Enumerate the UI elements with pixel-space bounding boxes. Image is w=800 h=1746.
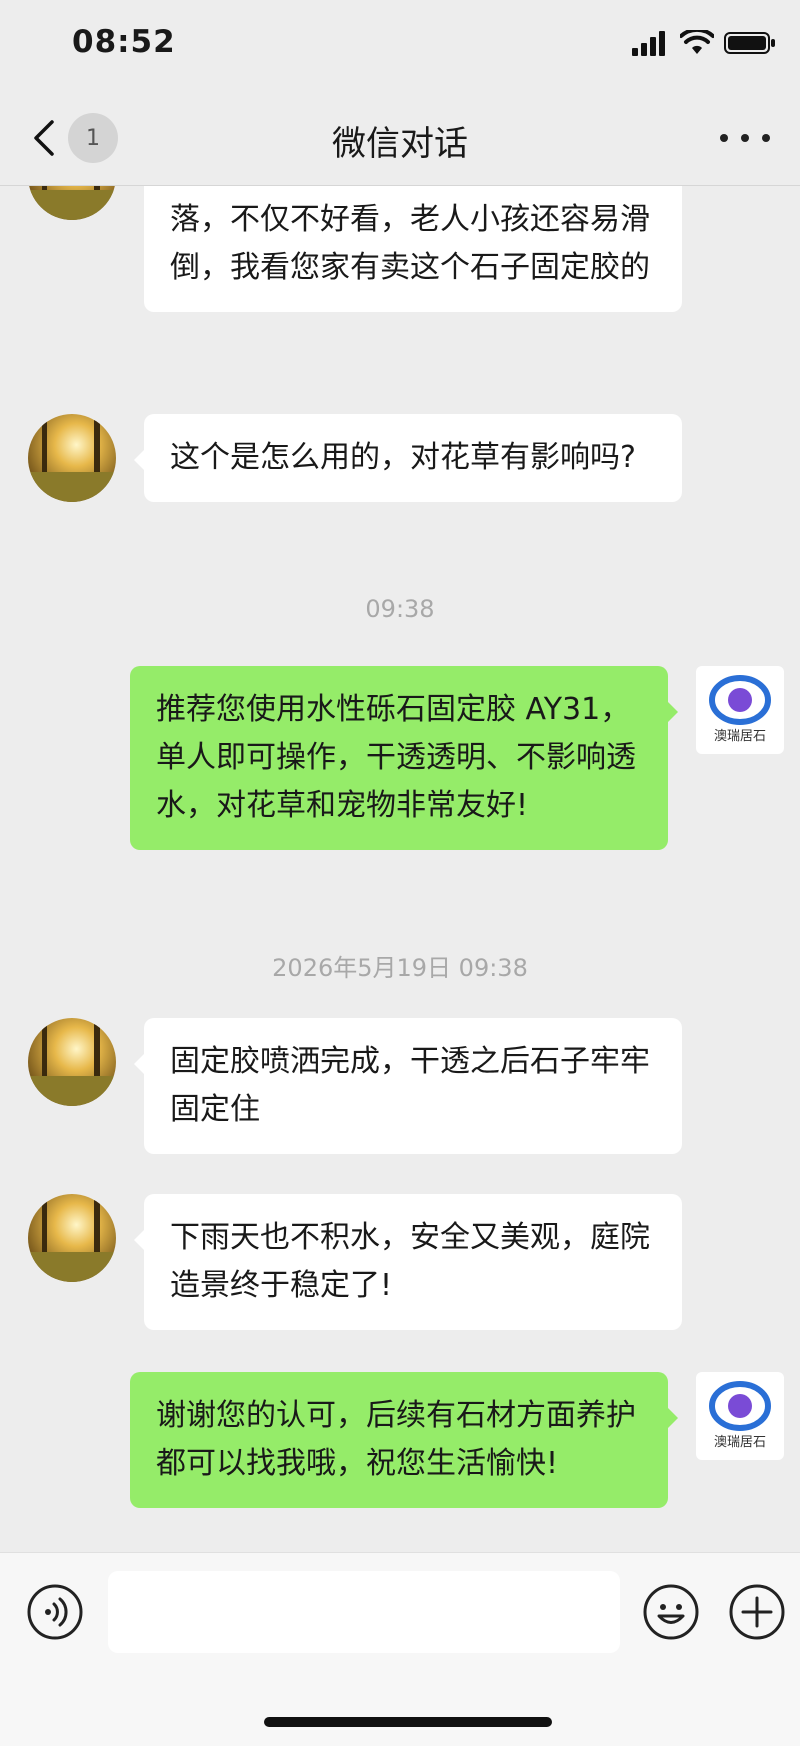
signal-icon xyxy=(632,31,665,56)
battery-icon xyxy=(724,32,775,54)
contact-avatar[interactable] xyxy=(28,1194,116,1282)
message-text: 谢谢您的认可，后续有石材方面养护都可以找我哦，祝您生活愉快! xyxy=(156,1398,636,1481)
nav-bar: 1 微信对话 xyxy=(0,90,800,186)
svg-text:澳瑞居石: 澳瑞居石 xyxy=(714,1434,766,1450)
svg-text:澳瑞居石: 澳瑞居石 xyxy=(714,728,766,744)
plus-icon[interactable] xyxy=(728,1583,786,1641)
brand-logo-icon: 澳瑞居石 xyxy=(709,1381,771,1450)
message-bubble[interactable]: 推荐您使用水性砾石固定胶 AY31，单人即可操作，干透透明、不影响透水，对花草和… xyxy=(130,666,678,850)
emoji-icon[interactable] xyxy=(642,1583,700,1641)
message-bubble[interactable]: 固定胶喷洒完成，干透之后石子牢牢固定住 xyxy=(134,1018,682,1154)
status-time: 08:52 xyxy=(72,24,176,60)
self-avatar[interactable]: 澳瑞居石 xyxy=(696,1372,784,1460)
message-text: 下雨天也不积水，安全又美观，庭院造景终于稳定了! xyxy=(170,1220,650,1303)
contact-avatar[interactable] xyxy=(28,1018,116,1106)
message-bubble[interactable]: 这个是怎么用的，对花草有影响吗? xyxy=(134,414,682,502)
message-text: 院子造景的小石子总被踩得移位、散落，不仅不好看，老人小孩还容易滑倒，我看您家有卖… xyxy=(170,186,650,285)
message-text: 推荐您使用水性砾石固定胶 AY31，单人即可操作，干透透明、不影响透水，对花草和… xyxy=(156,692,636,823)
input-bar xyxy=(0,1552,800,1746)
status-bar: 08:52 xyxy=(0,0,800,90)
message-input[interactable] xyxy=(108,1571,620,1653)
home-indicator xyxy=(264,1717,552,1727)
contact-avatar[interactable] xyxy=(28,414,116,502)
forest-photo-icon xyxy=(28,1018,116,1106)
forest-photo-icon xyxy=(28,414,116,502)
message-text: 这个是怎么用的，对花草有影响吗? xyxy=(170,440,636,475)
wifi-icon xyxy=(680,30,714,54)
timestamp: 09:38 xyxy=(365,595,435,623)
brand-logo-icon: 澳瑞居石 xyxy=(709,675,771,744)
page-title: 微信对话 xyxy=(332,124,468,164)
forest-photo-icon xyxy=(28,186,116,220)
timestamp: 2026年5月19日 09:38 xyxy=(272,954,528,982)
forest-photo-icon xyxy=(28,1194,116,1282)
self-avatar[interactable]: 澳瑞居石 xyxy=(696,666,784,754)
chat-area[interactable]: 院子造景的小石子总被踩得移位、散落，不仅不好看，老人小孩还容易滑倒，我看您家有卖… xyxy=(0,186,800,1552)
status-icons xyxy=(630,30,776,56)
message-bubble[interactable]: 下雨天也不积水，安全又美观，庭院造景终于稳定了! xyxy=(134,1194,682,1330)
message-bubble[interactable]: 院子造景的小石子总被踩得移位、散落，不仅不好看，老人小孩还容易滑倒，我看您家有卖… xyxy=(144,186,682,312)
contact-avatar[interactable] xyxy=(28,186,116,220)
voice-icon[interactable] xyxy=(26,1583,84,1641)
message-text: 固定胶喷洒完成，干透之后石子牢牢固定住 xyxy=(170,1044,650,1127)
message-bubble[interactable]: 谢谢您的认可，后续有石材方面养护都可以找我哦，祝您生活愉快! xyxy=(130,1372,678,1508)
more-icon[interactable] xyxy=(720,120,770,156)
